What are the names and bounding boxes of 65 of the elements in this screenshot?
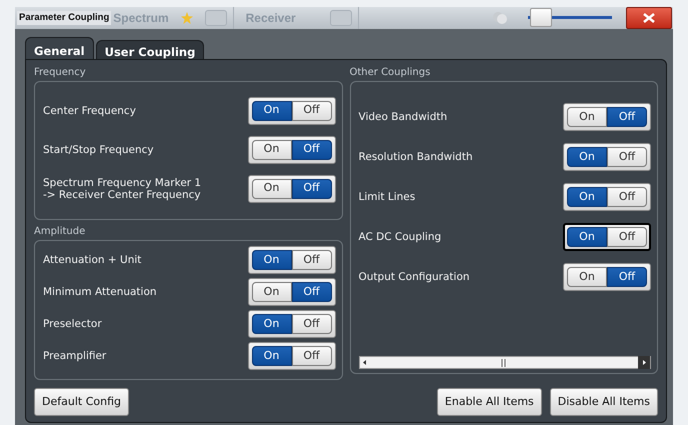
scroll-right-icon[interactable] (638, 356, 650, 369)
on-option[interactable]: On (567, 267, 607, 287)
on-option[interactable]: On (252, 282, 292, 302)
setting-label: Preselector (43, 318, 102, 330)
off-option[interactable]: Off (292, 250, 332, 270)
off-option[interactable]: Off (292, 100, 332, 120)
on-option[interactable]: On (252, 250, 292, 270)
on-option[interactable]: On (567, 227, 607, 247)
on-option[interactable]: On (252, 140, 292, 160)
on-option[interactable]: On (252, 100, 292, 120)
on-off-toggle[interactable]: On Off (248, 342, 336, 370)
setting-label: Center Frequency (43, 104, 136, 116)
off-option[interactable]: Off (607, 107, 647, 127)
on-option[interactable]: On (252, 314, 292, 334)
off-option[interactable]: Off (607, 267, 647, 287)
on-off-toggle[interactable]: On Off (248, 174, 336, 202)
setting-label: Resolution Bandwidth (358, 151, 473, 163)
off-option[interactable]: Off (607, 147, 647, 167)
slider-thumb[interactable] (530, 8, 552, 27)
group-title: Frequency (34, 66, 87, 79)
horizontal-scrollbar[interactable] (358, 356, 651, 369)
dialog-title: Parameter Coupling (17, 11, 112, 25)
on-option[interactable]: On (567, 107, 607, 127)
on-option[interactable]: On (567, 187, 607, 207)
on-off-toggle[interactable]: On Off (563, 183, 651, 211)
on-off-toggle[interactable]: On Off (248, 246, 336, 274)
tab[interactable]: User Coupling (96, 40, 204, 59)
on-off-toggle[interactable]: On Off (248, 96, 336, 124)
off-option[interactable]: Off (292, 140, 332, 160)
setting-label: Attenuation + Unit (43, 254, 142, 266)
action-button[interactable]: Enable All Items (436, 388, 542, 416)
on-off-toggle[interactable]: On Off (248, 278, 336, 306)
action-button[interactable]: Disable All Items (550, 388, 658, 416)
on-off-toggle[interactable]: On Off (248, 310, 336, 338)
off-option[interactable]: Off (292, 282, 332, 302)
on-option[interactable]: On (252, 178, 292, 198)
setting-label: Video Bandwidth (358, 111, 448, 123)
off-option[interactable]: Off (292, 314, 332, 334)
on-off-toggle[interactable]: On Off (563, 103, 651, 131)
on-option[interactable]: On (252, 346, 292, 366)
off-option[interactable]: Off (292, 346, 332, 366)
group-title: Other Couplings (350, 66, 432, 79)
close-button[interactable] (626, 7, 672, 29)
off-option[interactable]: Off (292, 178, 332, 198)
on-off-toggle[interactable]: On Off (563, 143, 651, 171)
transparency-icon (492, 11, 508, 25)
close-icon (643, 13, 655, 23)
on-option[interactable]: On (567, 147, 607, 167)
on-off-toggle[interactable]: On Off (248, 136, 336, 164)
setting-label: AC DC Coupling (358, 231, 442, 243)
group-title: Amplitude (34, 225, 86, 238)
transparency-slider[interactable] (528, 8, 612, 28)
setting-label: Limit Lines (358, 191, 416, 203)
off-option[interactable]: Off (607, 227, 647, 247)
tab[interactable]: General (25, 37, 94, 59)
on-off-toggle[interactable]: On Off (563, 263, 651, 291)
setting-label: Preamplifier (43, 350, 106, 362)
scroll-thumb-icon[interactable] (500, 358, 507, 368)
setting-label: Minimum Attenuation (43, 286, 157, 298)
setting-label: Output Configuration (358, 271, 470, 283)
setting-label: Start/Stop Frequency (43, 144, 154, 156)
action-button[interactable]: Default Config (34, 388, 129, 416)
on-off-toggle[interactable]: On Off (563, 223, 651, 251)
off-option[interactable]: Off (607, 187, 647, 207)
setting-label: Spectrum Frequency Marker 1 -> Receiver Center Frequency (43, 176, 202, 200)
